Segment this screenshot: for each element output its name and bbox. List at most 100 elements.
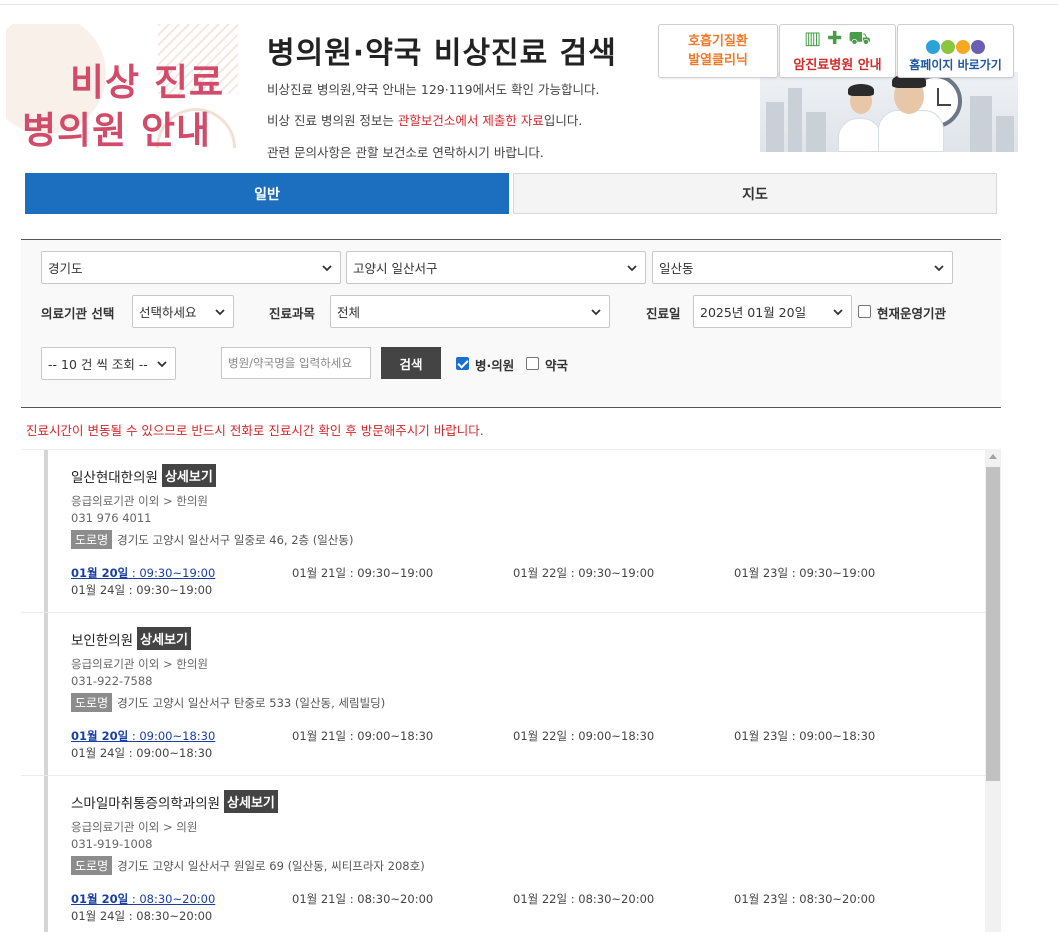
detail-view-button[interactable]: 상세보기 [161,464,216,487]
banner-info-highlight: 관할보건소에서 제출한 자료 [397,113,544,128]
doctor-illustration [760,72,1018,152]
building-shape [996,116,1014,152]
hours-time: : 09:30~19:00 [346,566,434,580]
hours-time: : 08:30~20:00 [125,909,213,923]
chevron-down-icon [322,265,332,272]
respiratory-clinic-label-line2: 발열클리닉 [688,53,748,68]
date-label: 진료일 [646,306,681,321]
hours-time: : 09:30~19:00 [125,583,213,597]
hours-date: 01월 21일 [292,566,347,580]
hours-entry: 01월 24일 : 09:00~18:30 [71,745,212,761]
hours-time: : 09:00~18:30 [128,729,216,743]
date-select[interactable]: 2025년 01월 20일 [693,295,852,328]
respiratory-clinic-button[interactable]: 호흡기질환 발열클리닉 [658,24,778,78]
page-size-select-value: -- 10 건 씩 조회 -- [48,357,148,372]
result-title: 일산현대한의원 상세보기 [71,464,216,487]
banner-heading-line2: 병의원 안내 [22,109,212,152]
chevron-down-icon [627,265,637,272]
banner-info-text: 입니다. [543,113,583,128]
hours-date: 01월 20일 [71,729,129,743]
hours-time: : 09:30~19:00 [128,566,216,580]
district-select[interactable]: 일산동 [652,251,953,284]
chevron-down-icon [591,309,601,316]
banner-info-line: 관련 문의사항은 관할 보건소로 연락하시기 바랍니다. [267,145,544,160]
tab-map[interactable]: 지도 [513,173,997,214]
logo-dot [956,40,970,54]
facility-category: 응급의료기관 이외 > 한의원 [71,494,208,508]
homepage-button[interactable]: 홈페이지 바로가기 [897,24,1014,78]
detail-view-button[interactable]: 상세보기 [224,790,278,813]
scrollbar-thumb[interactable] [986,467,1000,781]
facility-category: 응급의료기관 이외 > 의원 [71,820,198,834]
search-input[interactable]: 병원/약국명을 입력하세요 [221,347,371,379]
hours-entry: 01월 21일 : 09:30~19:00 [292,565,433,581]
page-size-select[interactable]: -- 10 건 씩 조회 -- [41,347,176,380]
building-shape [788,88,802,152]
cancer-hospital-button[interactable]: ▥ ✚ ⛟ 암진료병원 안내 [779,24,896,78]
gyeonggi-logo-icon [926,40,985,54]
search-button[interactable]: 검색 [381,347,441,379]
pharmacy-checkbox[interactable] [526,357,539,370]
chevron-down-icon [157,361,167,368]
result-left-border [44,613,48,775]
hours-date: 01월 21일 [292,729,347,743]
hours-date: 01월 23일 [734,566,789,580]
city-select[interactable]: 고양시 일산서구 [346,251,646,284]
hours-date: 01월 20일 [71,892,129,906]
chevron-down-icon [215,309,225,316]
facility-name: 일산현대한의원 [71,469,158,486]
city-select-value: 고양시 일산서구 [353,261,438,276]
facility-phone: 031 976 4011 [71,511,152,525]
road-address-badge: 도로명 [71,856,113,875]
department-label: 진료과목 [269,306,316,321]
cancer-hospital-label: 암진료병원 안내 [793,58,882,73]
hours-time: : 08:30~20:00 [346,892,434,906]
homepage-label: 홈페이지 바로가기 [909,58,1002,72]
facility-category: 응급의료기관 이외 > 한의원 [71,657,208,671]
hours-time: : 09:00~18:30 [788,729,876,743]
hours-time: : 09:00~18:30 [125,746,213,760]
address-text: 경기도 고양시 일산서구 원일로 69 (일산동, 씨티프라자 208호) [117,858,425,873]
address-text: 경기도 고양시 일산서구 탄중로 533 (일산동, 세림빌딩) [117,695,386,710]
doctor-hair [848,84,874,96]
hours-date: 01월 22일 [513,729,568,743]
result-title: 보인한의원 상세보기 [71,627,191,650]
top-divider [0,4,1058,5]
open-now-checkbox[interactable] [858,305,871,318]
hours-today-link[interactable]: 01월 20일 : 08:30~20:00 [71,891,215,907]
ambulance-icon: ⛟ [848,28,871,49]
detail-view-button[interactable]: 상세보기 [137,627,191,650]
hours-date: 01월 24일 [71,746,126,760]
doctor-figure [878,110,944,152]
scroll-up-arrow-icon[interactable] [989,454,997,459]
banner-info-line: 비상 진료 병의원 정보는 관할보건소에서 제출한 자료입니다. [267,110,582,129]
hours-time: : 08:30~20:00 [567,892,655,906]
hospital-icons: ▥ ✚ ⛟ [804,28,871,52]
results-scrollbar[interactable] [985,449,1001,932]
province-select[interactable]: 경기도 [41,251,341,284]
facility-address: 도로명 경기도 고양시 일산서구 원일로 69 (일산동, 씨티프라자 208호… [71,856,425,875]
institution-select[interactable]: 선택하세요 [132,295,234,328]
hours-today-link[interactable]: 01월 20일 : 09:00~18:30 [71,728,215,744]
hours-date: 01월 24일 [71,909,126,923]
hours-entry: 01월 21일 : 09:00~18:30 [292,728,433,744]
hospital-checkbox-label: 병·의원 [475,358,515,373]
tab-general[interactable]: 일반 [25,173,509,214]
hours-entry: 01월 21일 : 08:30~20:00 [292,891,433,907]
hours-date: 01월 24일 [71,583,126,597]
road-address-badge: 도로명 [71,693,113,712]
hours-today-link[interactable]: 01월 20일 : 09:30~19:00 [71,565,215,581]
banner-info-line: 비상진료 병의원,약국 안내는 129·119에서도 확인 가능합니다. [267,82,600,97]
building-shape [766,102,784,152]
hours-entry: 01월 22일 : 09:30~19:00 [513,565,654,581]
result-item: 보인한의원 상세보기 응급의료기관 이외 > 한의원 031-922-7588 … [21,613,1001,776]
hours-date: 01월 21일 [292,892,347,906]
result-left-border [44,776,48,932]
search-filter-panel: 경기도 고양시 일산서구 일산동 의료기관 선택 선택하세요 진료과목 전체 진… [21,239,1001,408]
department-select[interactable]: 전체 [330,295,610,328]
visit-notice: 진료시간이 변동될 수 있으므로 반드시 전화로 진료시간 확인 후 방문해주시… [26,423,484,438]
chevron-down-icon [833,309,843,316]
hospital-checkbox[interactable] [456,357,469,370]
facility-address: 도로명 경기도 고양시 일산서구 일중로 46, 2층 (일산동) [71,530,354,549]
address-text: 경기도 고양시 일산서구 일중로 46, 2층 (일산동) [117,532,354,547]
